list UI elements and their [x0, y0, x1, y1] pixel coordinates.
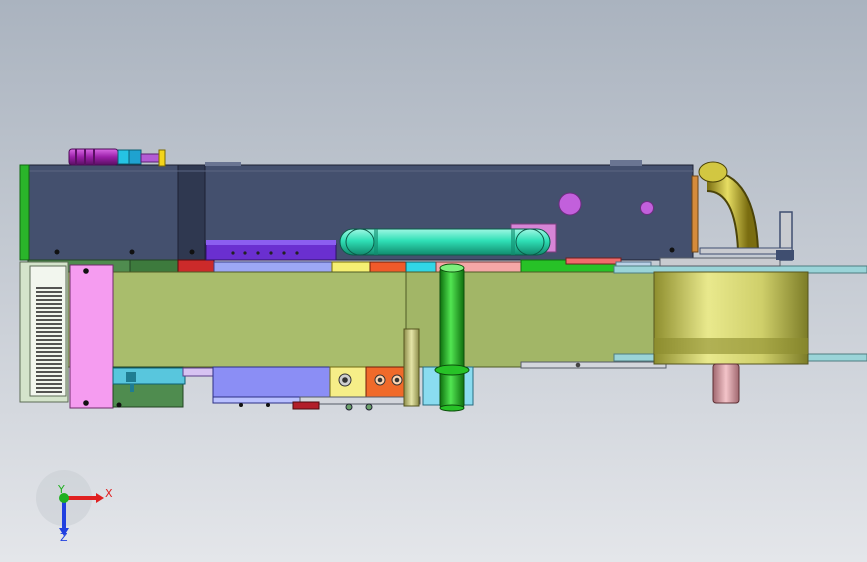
cyan-air-tube[interactable] — [339, 228, 551, 256]
x-axis-label: X — [105, 487, 113, 500]
purple-slide-plate[interactable] — [205, 240, 337, 261]
y-axis-label: Y — [57, 483, 65, 496]
pink-shaft[interactable] — [712, 363, 740, 404]
cad-viewport[interactable]: X Y Z — [0, 0, 867, 562]
left-green-rail[interactable] — [19, 164, 30, 261]
green-lift-post[interactable] — [434, 263, 470, 412]
z-axis-label: Z — [60, 531, 68, 544]
left-heatsink[interactable] — [19, 261, 69, 403]
housing-bolt — [669, 247, 675, 253]
housing-bolt — [54, 249, 60, 255]
red-clip[interactable] — [292, 401, 320, 410]
housing-port — [640, 201, 654, 215]
gold-drum-wheel[interactable] — [653, 257, 809, 365]
bottom-nut — [365, 403, 373, 411]
screw-block-yellow[interactable] — [329, 366, 367, 398]
screw-block-orange[interactable] — [365, 366, 407, 398]
gold-guide-rod[interactable] — [403, 328, 420, 407]
pink-side-plate[interactable] — [69, 264, 114, 409]
housing-bolt — [129, 249, 135, 255]
bottom-nut — [345, 403, 353, 411]
housing-bolt — [189, 249, 195, 255]
main-frame[interactable] — [67, 271, 655, 368]
housing-port — [558, 192, 582, 216]
